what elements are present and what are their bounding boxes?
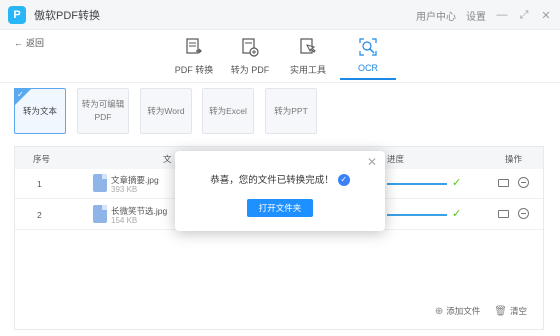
success-check-icon: ✓ bbox=[452, 208, 462, 220]
window-controls: 用户中心 设置 — ⤢ ✕ bbox=[416, 0, 552, 30]
maximize-button[interactable]: ⤢ bbox=[518, 9, 530, 22]
title-bar: P 傲软PDF转换 用户中心 设置 — ⤢ ✕ bbox=[0, 0, 560, 30]
option-label: 转为Word bbox=[147, 105, 185, 116]
tab-ocr[interactable]: OCR bbox=[340, 34, 396, 80]
tab-label: OCR bbox=[358, 63, 378, 73]
option-label: 转为PPT bbox=[274, 105, 308, 116]
option-label: 转为文本 bbox=[22, 105, 57, 116]
option-label: 转为Excel bbox=[209, 105, 247, 116]
close-dialog-button[interactable]: ✕ bbox=[367, 155, 377, 169]
row-index: 1 bbox=[37, 179, 42, 189]
trash-icon: 🗑 bbox=[494, 306, 507, 317]
tab-tools[interactable]: 实用工具 bbox=[280, 34, 336, 80]
ocr-icon bbox=[357, 36, 379, 58]
header-file: 文 bbox=[163, 154, 172, 164]
checkmark-icon: ✓ bbox=[17, 90, 24, 99]
dialog-message: 恭喜，您的文件已转换完成！ ✓ bbox=[175, 172, 385, 187]
add-file-button[interactable]: ⊕ 添加文件 bbox=[435, 305, 480, 317]
conversion-complete-dialog: ✕ 恭喜，您的文件已转换完成！ ✓ 打开文件夹 bbox=[175, 151, 385, 231]
to-pdf-icon bbox=[239, 36, 261, 58]
option-to-word[interactable]: 转为Word bbox=[140, 88, 192, 134]
file-size: 393 KB bbox=[111, 185, 138, 194]
check-circle-icon: ✓ bbox=[337, 174, 350, 187]
table-footer-actions: ⊕ 添加文件 🗑 清空 bbox=[435, 305, 527, 317]
image-file-icon bbox=[93, 174, 107, 192]
user-center-link[interactable]: 用户中心 bbox=[416, 8, 456, 23]
success-check-icon: ✓ bbox=[452, 177, 462, 189]
plus-circle-icon: ⊕ bbox=[434, 306, 444, 317]
header-actions: 操作 bbox=[505, 154, 523, 164]
divider bbox=[0, 82, 560, 83]
clear-label: 清空 bbox=[509, 306, 527, 316]
app-title: 傲软PDF转换 bbox=[34, 9, 100, 22]
remove-icon[interactable] bbox=[518, 208, 529, 219]
tab-label: PDF 转换 bbox=[174, 65, 214, 75]
main-tabs: PDF 转换 转为 PDF 实用工具 OCR bbox=[0, 34, 560, 82]
app-logo-icon: P bbox=[8, 5, 26, 24]
option-to-excel[interactable]: 转为Excel bbox=[202, 88, 254, 134]
tab-to-pdf[interactable]: 转为 PDF bbox=[222, 34, 278, 80]
open-folder-button[interactable]: 打开文件夹 bbox=[247, 199, 313, 217]
option-to-text[interactable]: ✓ 转为文本 bbox=[14, 88, 66, 134]
dialog-message-text: 恭喜，您的文件已转换完成！ bbox=[210, 175, 334, 186]
minimize-button[interactable]: — bbox=[496, 9, 508, 21]
tab-pdf-convert[interactable]: PDF 转换 bbox=[166, 34, 222, 80]
add-file-label: 添加文件 bbox=[446, 306, 481, 316]
close-window-button[interactable]: ✕ bbox=[540, 9, 552, 22]
clear-button[interactable]: 🗑 清空 bbox=[494, 305, 527, 317]
row-index: 2 bbox=[37, 210, 42, 220]
option-to-ppt[interactable]: 转为PPT bbox=[265, 88, 317, 134]
tab-label: 转为 PDF bbox=[230, 65, 270, 75]
header-progress: 进度 bbox=[387, 154, 405, 164]
open-folder-icon[interactable] bbox=[498, 179, 509, 187]
option-label: 转为可编辑PDF bbox=[81, 99, 125, 122]
progress-bar bbox=[387, 183, 447, 185]
open-folder-icon[interactable] bbox=[498, 210, 509, 218]
tools-icon bbox=[297, 36, 319, 58]
tab-label: 实用工具 bbox=[289, 65, 326, 75]
remove-icon[interactable] bbox=[518, 177, 529, 188]
image-file-icon bbox=[93, 205, 107, 223]
option-to-editable-pdf[interactable]: 转为可编辑PDF bbox=[77, 88, 129, 134]
progress-bar bbox=[387, 214, 447, 216]
file-size: 154 KB bbox=[111, 216, 138, 225]
pdf-convert-icon bbox=[183, 36, 205, 58]
header-index: 序号 bbox=[33, 154, 51, 164]
settings-link[interactable]: 设置 bbox=[466, 8, 486, 23]
